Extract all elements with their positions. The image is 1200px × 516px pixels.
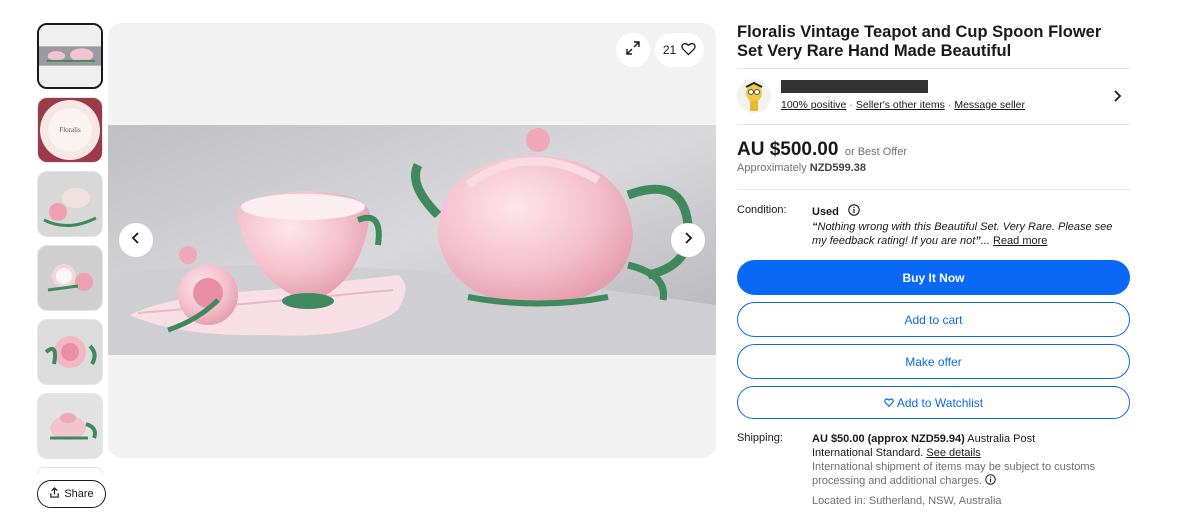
seller-name-redacted [781, 80, 928, 93]
message-seller-link[interactable]: Message seller [954, 99, 1025, 111]
seller-section: 100% positive · Seller's other items · Messa… [737, 69, 1130, 124]
read-more-link[interactable]: Read more [993, 235, 1047, 247]
make-offer-button[interactable]: Make offer [737, 344, 1130, 379]
heart-icon [884, 396, 894, 410]
thumbnail-7[interactable] [37, 467, 103, 474]
seller-other-items-link[interactable]: Seller's other items [856, 99, 945, 111]
shipping-section: Shipping: AU $50.00 (approx NZD59.94) Au… [737, 426, 1130, 516]
info-icon[interactable] [848, 204, 860, 219]
shipping-details: AU $50.00 (approx NZD59.94) Australia Po… [812, 432, 1097, 508]
share-icon [49, 487, 60, 501]
condition-section: Condition: Used “Nothing wrong with this… [737, 190, 1130, 260]
seller-condition-note: “Nothing wrong with this Beautiful Set. … [812, 221, 1113, 247]
thumbnail-2[interactable]: Floralis [37, 97, 103, 163]
buy-it-now-button[interactable]: Buy It Now [737, 260, 1130, 295]
condition-label: Condition: [737, 204, 787, 216]
seller-avatar-icon[interactable] [737, 79, 771, 113]
shipping-cost: AU $50.00 (approx NZD59.94) [812, 433, 965, 445]
info-icon[interactable] [985, 474, 996, 487]
item-details-panel: Floralis Vintage Teapot and Cup Spoon Fl… [737, 23, 1130, 516]
heart-icon [681, 42, 696, 59]
expand-button[interactable] [616, 33, 650, 67]
share-button[interactable]: Share [37, 480, 106, 508]
item-location: Located in: Sutherland, NSW, Australia [812, 495, 1002, 507]
buy-it-now-label: Buy It Now [902, 270, 965, 285]
chevron-left-icon [130, 231, 142, 250]
image-gallery: 21 [108, 23, 716, 458]
thumbnail-1[interactable] [37, 23, 103, 89]
seller-links: 100% positive · Seller's other items · Messa… [781, 99, 1025, 111]
customs-note: International shipment of items may be s… [812, 460, 1097, 488]
thumbnail-3[interactable] [37, 171, 103, 237]
feedback-positive-link[interactable]: 100% positive [781, 99, 846, 111]
add-to-watchlist-button[interactable]: Add to Watchlist [737, 386, 1130, 419]
thumbnail-6[interactable] [37, 393, 103, 459]
add-to-cart-button[interactable]: Add to cart [737, 302, 1130, 337]
thumbnail-4[interactable] [37, 245, 103, 311]
main-product-image[interactable] [108, 125, 716, 355]
add-to-cart-label: Add to cart [904, 312, 963, 327]
approx-value: NZD599.38 [809, 162, 867, 174]
expand-icon [625, 40, 641, 61]
best-offer-label: or Best Offer [844, 146, 908, 158]
watch-count: 21 [662, 43, 677, 57]
item-title: Floralis Vintage Teapot and Cup Spoon Fl… [737, 23, 1102, 60]
price: AU $500.00 [737, 139, 839, 160]
thumbnail-strip: Floralis [37, 23, 103, 482]
make-offer-label: Make offer [905, 354, 962, 369]
chevron-right-icon[interactable] [1112, 89, 1122, 108]
condition-quote: Nothing wrong with this Beautiful Set. V… [812, 221, 1113, 247]
condition-text: Used [812, 205, 839, 218]
approx-label: Approximately [737, 162, 807, 174]
shipping-label: Shipping: [737, 432, 783, 444]
next-image-button[interactable] [671, 223, 705, 257]
share-label: Share [64, 488, 94, 500]
price-section: AU $500.00 or Best Offer Approximately N… [737, 125, 1130, 189]
approx-price: Approximately NZD599.38 [737, 162, 1130, 174]
see-details-link[interactable]: See details [926, 447, 980, 459]
chevron-right-icon [682, 231, 694, 250]
thumbnail-5[interactable] [37, 319, 103, 385]
customs-note-text: International shipment of items may be s… [812, 461, 1096, 487]
watchlist-label: Add to Watchlist [896, 395, 984, 410]
watch-count-button[interactable]: 21 [655, 33, 704, 67]
previous-image-button[interactable] [119, 223, 153, 257]
condition-value: Used [812, 204, 860, 219]
svg-text:Floralis: Floralis [59, 126, 81, 134]
